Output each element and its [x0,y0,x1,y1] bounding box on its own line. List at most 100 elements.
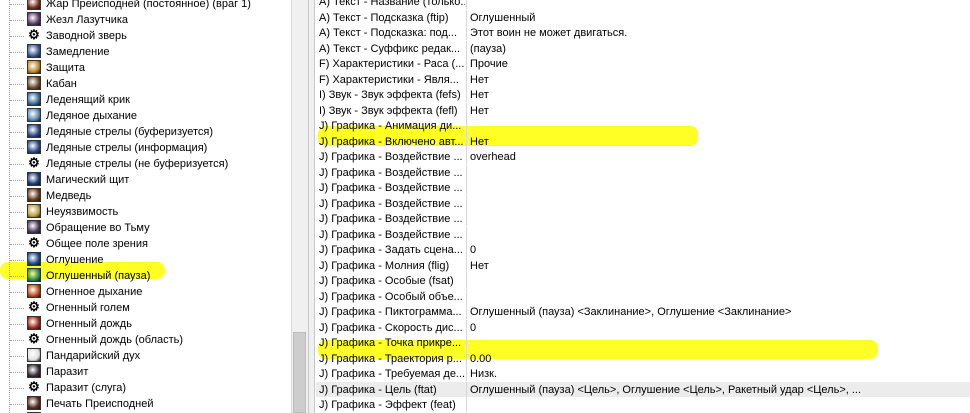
property-row[interactable]: J) Графика - Включено авт... Нет [316,133,970,149]
tree-item[interactable]: Защита [0,60,291,76]
property-name: J) Графика - Включено авт... [319,135,464,148]
tree-item[interactable]: Печать Преисподней [0,396,291,412]
property-value[interactable]: Этот воин не может двигаться. [470,26,627,40]
tree-item-label: Леденящий крик [46,94,130,106]
property-row[interactable]: А) Текст - Подсказка: под... Этот воин не… [316,25,970,40]
property-value[interactable]: Прочие [470,57,508,71]
property-value[interactable]: Нет [470,73,489,87]
property-row[interactable]: J) Графика - Требуемая де... Низк. [316,366,970,381]
property-row[interactable]: J) Графика - Молния (flig) Нет [316,257,970,273]
tree-item[interactable]: Оглушение [0,252,291,268]
spell-icon [27,108,41,122]
object-tree[interactable]: Жар Преисподней (постоянное) (враг 1) Жез… [0,0,291,413]
property-row[interactable]: J) Графика - Воздействие ... [316,164,970,180]
spell-icon [27,204,41,218]
property-row[interactable]: А) Текст - Подсказка (ftip) Оглушенный [316,9,970,25]
property-row[interactable]: J) Графика - Точка прикре... [316,335,970,350]
spell-icon [27,0,41,10]
property-row[interactable]: J) Графика - Скорость дис... 0 [316,319,970,335]
pane-splitter[interactable] [308,0,315,413]
tree-item[interactable]: Ледяные стрелы (информация) [0,140,291,156]
spell-icon [27,60,41,74]
tree-item[interactable]: Огненный дождь [0,316,291,332]
tree-item[interactable]: ⚙ Огненный дождь (область) [0,332,291,348]
spell-icon [27,268,41,282]
property-row[interactable]: А) Текст - Суффикс редак... (пауза) [316,40,970,56]
tree-item[interactable]: Паразит [0,364,291,380]
property-row[interactable]: J) Графика - Анимация ди... [316,118,970,133]
property-row[interactable]: J) Графика - Воздействие ... [316,180,970,195]
column-separator [466,350,467,366]
property-row[interactable]: I) Звук - Звук эффекта (fefs) Нет [316,87,970,102]
column-separator [466,335,467,350]
tree-item[interactable]: Ледяные стрелы (буферизуется) [0,124,291,140]
property-row[interactable]: J) Графика - Задать сцена... 0 [316,242,970,257]
property-grid[interactable]: А) Текст - Название (только... А) Текст -… [316,0,970,413]
property-value[interactable]: (пауза) [470,42,506,56]
property-row[interactable]: F) Характеристики - Раса (... Прочие [316,56,970,71]
tree-item-label: Медведь [46,190,92,202]
tree-branch-line [10,388,24,389]
property-row[interactable]: J) Графика - Воздействие ... [316,211,970,226]
property-row[interactable]: J) Графика - Воздействие ... [316,226,970,242]
property-row[interactable]: J) Графика - Воздействие ... [316,195,970,211]
property-value[interactable]: Низк. [470,367,497,381]
property-value[interactable]: 0 [470,321,476,335]
property-value[interactable]: Нет [470,259,489,273]
tree-item[interactable]: ⚙ Общее поле зрения [0,236,291,252]
property-value[interactable]: Нет [470,88,489,102]
property-row[interactable]: J) Графика - Воздействие ... overhead [316,149,970,164]
tree-item-label: Пандарийский дух [46,350,141,362]
tree-item[interactable]: Леденящий крик [0,92,291,108]
property-row[interactable]: А) Текст - Название (только... [316,0,970,9]
tree-scrollbar-thumb[interactable] [293,332,306,413]
property-value[interactable]: 0 [470,243,476,257]
tree-item[interactable]: ⚙ Огненный голем [0,300,291,316]
spell-icon [27,44,41,58]
tree-item[interactable]: Кабан [0,76,291,92]
tree-branch-line [10,212,24,213]
property-value[interactable]: Оглушенный (пауза) <Цель>, Оглушение <Це… [470,383,861,397]
property-name: J) Графика - Скорость дис... [319,321,463,334]
property-row[interactable]: J) Графика - Особый объе... [316,288,970,304]
property-row[interactable]: J) Графика - Цель (ftat) Оглушенный (пауз… [316,381,970,397]
tree-item-label: Общее поле зрения [46,238,148,250]
tree-item[interactable]: Медведь [0,188,291,204]
tree-item-label: Оглушение [46,254,104,266]
property-row[interactable]: J) Графика - Эффект (feat) [316,397,970,412]
property-value[interactable]: 0.00 [470,352,491,366]
property-value[interactable]: overhead [470,150,516,164]
property-value[interactable]: Оглушенный (пауза) <Заклинание>, Оглушен… [470,305,791,319]
property-value[interactable]: Нет [470,104,489,118]
tree-branch-line [10,372,24,373]
tree-item[interactable]: Огненное дыхание [0,284,291,300]
tree-item[interactable]: Пандарийский дух [0,348,291,364]
column-separator [466,164,467,180]
tree-item[interactable]: ⚙ Заводной зверь [0,28,291,44]
tree-item[interactable]: Неуязвимость [0,204,291,220]
tree-item-label: Печать Преисподней [46,398,154,410]
tree-item[interactable]: Ледяное дыхание [0,108,291,124]
tree-branch-line [10,20,24,21]
tree-item[interactable]: Замедление [0,44,291,60]
tree-item[interactable]: ⚙ Ледяные стрелы (не буферизуется) [0,156,291,172]
tree-item[interactable]: Оглушенный (пауза) [0,268,291,284]
tree-item[interactable]: Магический щит [0,172,291,188]
tree-item[interactable]: Жезл Лазутчика [0,12,291,28]
column-separator [466,397,467,412]
property-name: J) Графика - Воздействие ... [319,213,463,225]
property-row[interactable]: J) Графика - Траектория р... 0.00 [316,350,970,366]
tree-item[interactable]: Обращение во Тьму [0,220,291,236]
tree-item[interactable]: ⚙ Паразит (слуга) [0,380,291,396]
property-name: I) Звук - Звук эффекта (fefs) [319,89,461,101]
property-row[interactable]: I) Звук - Звук эффекта (fefl) Нет [316,102,970,118]
tree-item[interactable]: Жар Преисподней (постоянное) (враг 1) [0,0,291,12]
property-row[interactable]: J) Графика - Пиктограмма... Оглушенный (п… [316,304,970,319]
property-row[interactable]: F) Характеристики - Явля... Нет [316,71,970,87]
property-value[interactable]: Оглушенный [470,11,535,25]
property-row[interactable]: J) Графика - Особые (fsat) [316,273,970,288]
tree-branch-line [10,340,24,341]
property-value[interactable]: Нет [470,135,489,149]
column-separator [466,71,467,87]
column-separator [466,273,467,288]
